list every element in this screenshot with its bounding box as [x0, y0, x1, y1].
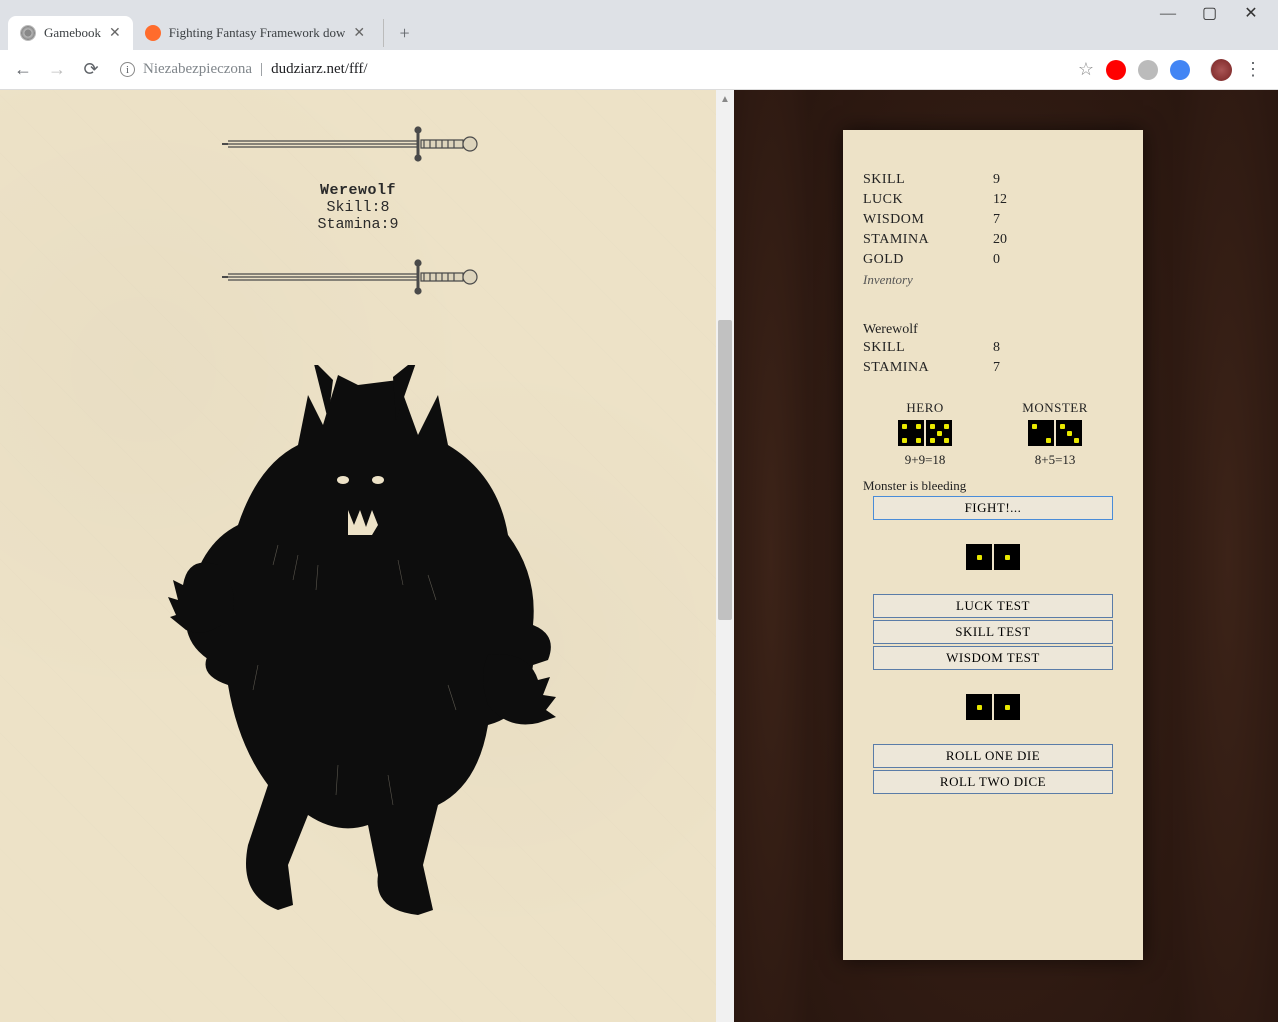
skill-test-button[interactable]: SKILL TEST: [873, 620, 1113, 644]
die-face-1: [966, 544, 992, 570]
background-leather: [734, 90, 808, 1022]
monster-label: MONSTER: [1022, 400, 1088, 416]
monster-stats-block: Werewolf Skill:8 Stamina:9: [20, 182, 696, 233]
die-face-5: [926, 420, 952, 446]
security-label: Niezabezpieczona: [143, 61, 252, 78]
info-icon: i: [120, 62, 135, 77]
extension-dropbox-icon[interactable]: [1138, 60, 1158, 80]
sword-divider-icon: [218, 249, 498, 305]
profile-avatar[interactable]: [1210, 59, 1232, 81]
stat-skill: SKILL 9: [863, 172, 1123, 188]
address-bar: ← → ⟳ i Niezabezpieczona | dudziarz.net/…: [0, 50, 1278, 90]
minimize-icon[interactable]: —: [1160, 7, 1174, 21]
stat-wisdom: WISDOM 7: [863, 212, 1123, 228]
extension-icons: ☆ ⋮: [1078, 59, 1262, 81]
enemy-name: Werewolf: [863, 322, 1123, 338]
new-tab-button[interactable]: +: [383, 19, 411, 47]
enemy-skill: SKILL 8: [863, 340, 1123, 356]
sourceforge-icon: [145, 25, 161, 41]
monster-stamina: Stamina:9: [20, 216, 696, 233]
scrollbar[interactable]: ▲: [716, 90, 734, 1022]
globe-icon: [20, 25, 36, 41]
scroll-up-icon[interactable]: ▲: [716, 90, 734, 108]
tab-fighting-fantasy[interactable]: Fighting Fantasy Framework dow ✕: [133, 16, 377, 50]
roll-buttons: ROLL ONE DIE ROLL TWO DICE: [863, 744, 1123, 794]
combat-dice: HERO 9+9=18 MONSTER 8+5=13: [863, 400, 1123, 468]
forward-icon[interactable]: →: [46, 59, 68, 81]
wisdom-test-button[interactable]: WISDOM TEST: [873, 646, 1113, 670]
hero-label: HERO: [898, 400, 952, 416]
die-face-4: [898, 420, 924, 446]
stat-luck: LUCK 12: [863, 192, 1123, 208]
die-face-1: [994, 544, 1020, 570]
monster-name: Werewolf: [20, 182, 696, 199]
scrollbar-thumb[interactable]: [718, 320, 732, 620]
inventory-field[interactable]: Inventory: [863, 272, 1103, 292]
stat-gold: GOLD 0: [863, 252, 1123, 268]
back-icon[interactable]: ←: [12, 59, 34, 81]
monster-skill: Skill:8: [20, 199, 696, 216]
monster-calc: 8+5=13: [1022, 452, 1088, 468]
close-window-icon[interactable]: ✕: [1244, 7, 1258, 21]
die-face-1: [966, 694, 992, 720]
test-dice: [863, 544, 1123, 570]
viewport: Werewolf Skill:8 Stamina:9: [0, 90, 1278, 1022]
roll-one-button[interactable]: ROLL ONE DIE: [873, 744, 1113, 768]
gamebook-page: Werewolf Skill:8 Stamina:9: [0, 90, 716, 1022]
hero-dice-col: HERO 9+9=18: [898, 400, 952, 468]
extension-translate-icon[interactable]: [1170, 60, 1190, 80]
bookmark-star-icon[interactable]: ☆: [1078, 59, 1094, 80]
fight-button[interactable]: FIGHT!...: [873, 496, 1113, 520]
die-face-1: [994, 694, 1020, 720]
extension-opera-icon[interactable]: [1106, 60, 1126, 80]
tab-strip: Gamebook ✕ Fighting Fantasy Framework do…: [0, 0, 1278, 50]
enemy-stamina: STAMINA 7: [863, 360, 1123, 376]
window-controls: — ▢ ✕: [1160, 0, 1278, 18]
url-text: dudziarz.net/fff/: [271, 61, 368, 78]
stat-stamina: STAMINA 20: [863, 232, 1123, 248]
address-field[interactable]: i Niezabezpieczona | dudziarz.net/fff/: [114, 55, 1066, 85]
tab-title: Gamebook: [44, 25, 101, 41]
luck-test-button[interactable]: LUCK TEST: [873, 594, 1113, 618]
hero-calc: 9+9=18: [898, 452, 952, 468]
sword-divider-icon: [218, 116, 498, 172]
roll-dice: [863, 694, 1123, 720]
werewolf-illustration: [138, 365, 578, 925]
test-buttons: LUCK TEST SKILL TEST WISDOM TEST: [863, 594, 1123, 670]
roll-two-button[interactable]: ROLL TWO DICE: [873, 770, 1113, 794]
die-face-3: [1056, 420, 1082, 446]
maximize-icon[interactable]: ▢: [1202, 7, 1216, 21]
combat-status: Monster is bleeding: [863, 478, 1123, 494]
character-sheet-wrap: SKILL 9 LUCK 12 WISDOM 7 STAMINA 20 GOLD…: [808, 90, 1178, 1022]
character-sheet: SKILL 9 LUCK 12 WISDOM 7 STAMINA 20 GOLD…: [843, 130, 1143, 960]
reload-icon[interactable]: ⟳: [80, 59, 102, 81]
background-leather: [1178, 90, 1278, 1022]
tab-gamebook[interactable]: Gamebook ✕: [8, 16, 133, 50]
die-face-2: [1028, 420, 1054, 446]
close-tab-icon[interactable]: ✕: [353, 25, 365, 42]
close-tab-icon[interactable]: ✕: [109, 25, 121, 42]
menu-icon[interactable]: ⋮: [1244, 59, 1262, 80]
tab-title: Fighting Fantasy Framework dow: [169, 25, 346, 41]
monster-dice-col: MONSTER 8+5=13: [1022, 400, 1088, 468]
